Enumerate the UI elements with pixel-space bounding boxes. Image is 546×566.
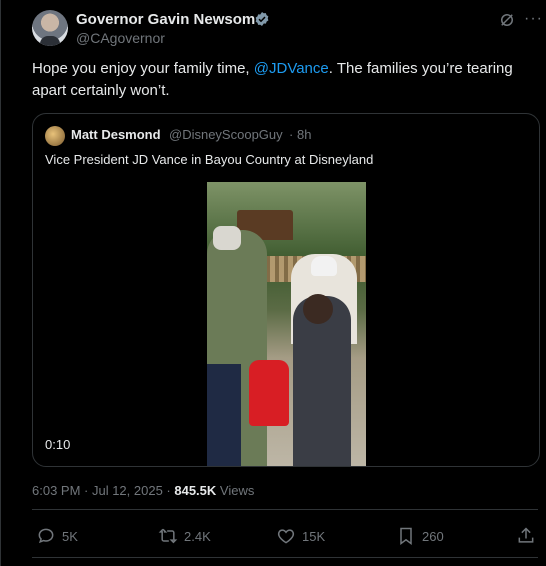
video-scene-girl-head <box>303 294 333 324</box>
action-bar: 5K 2.4K 15K 260 <box>32 522 538 550</box>
bookmark-icon <box>400 527 412 545</box>
reply-icon <box>38 528 54 544</box>
author-name[interactable]: Governor Gavin Newsom <box>76 11 255 28</box>
tweet-meta: 6:03 PM · Jul 12, 2025 · 845.5K Views <box>32 483 254 498</box>
tweet-text: Hope you enjoy your family time, @JDVanc… <box>32 58 532 102</box>
share-icon <box>518 527 534 543</box>
avatar-suit <box>40 36 60 46</box>
divider-top <box>32 509 538 510</box>
video-scene-red-dress <box>249 360 289 426</box>
like-button[interactable]: 15K <box>276 522 325 550</box>
video-scene-pants <box>207 364 241 466</box>
quote-separator: · <box>289 127 294 142</box>
avatar[interactable] <box>32 10 68 46</box>
author-handle[interactable]: @CAgovernor <box>76 30 165 46</box>
repost-icon <box>158 528 178 544</box>
divider-bottom <box>32 557 538 558</box>
left-divider <box>0 0 1 566</box>
more-icon[interactable]: ··· <box>524 10 543 28</box>
like-icon <box>277 529 295 544</box>
video-player[interactable] <box>207 182 366 466</box>
tweet-datetime[interactable]: 6:03 PM · Jul 12, 2025 · <box>32 483 174 498</box>
quote-time[interactable]: 8h <box>297 127 311 142</box>
tweet-text-before: Hope you enjoy your family time, <box>32 60 254 77</box>
quote-author-name[interactable]: Matt Desmond <box>71 127 161 142</box>
repost-button[interactable]: 2.4K <box>158 522 211 550</box>
video-scene-cap <box>311 256 337 276</box>
reply-button[interactable]: 5K <box>36 522 78 550</box>
quote-text: Vice President JD Vance in Bayou Country… <box>45 152 374 167</box>
video-scene-head <box>213 226 241 250</box>
tweet-header: Governor Gavin Newsom @CAgovernor ··· <box>32 8 542 48</box>
bookmark-count: 260 <box>422 528 444 544</box>
quoted-tweet[interactable]: Matt Desmond @DisneyScoopGuy · 8h Vice P… <box>32 113 540 467</box>
mention-link[interactable]: @JDVance <box>254 60 329 77</box>
like-count: 15K <box>302 528 326 544</box>
quote-author-handle[interactable]: @DisneyScoopGuy <box>169 127 283 142</box>
bookmark-button[interactable]: 260 <box>396 522 444 550</box>
reply-count: 5K <box>62 528 78 544</box>
views-label: Views <box>216 483 255 498</box>
quote-avatar[interactable] <box>45 126 65 146</box>
views-count: 845.5K <box>174 483 217 498</box>
grok-icon[interactable] <box>498 11 516 29</box>
verified-badge-icon <box>255 12 269 26</box>
video-timestamp: 0:10 <box>45 437 71 452</box>
share-button[interactable] <box>516 522 542 550</box>
repost-count: 2.4K <box>184 528 211 544</box>
